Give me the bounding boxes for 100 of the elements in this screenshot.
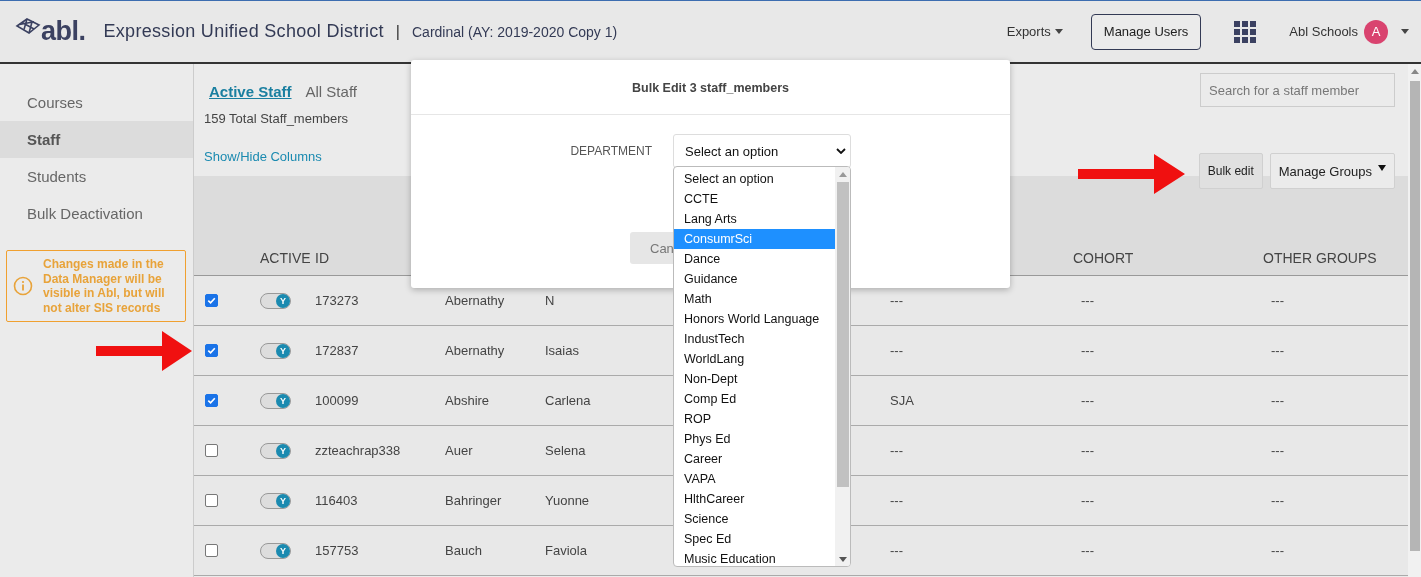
column-header: ACTIVE (260, 250, 312, 268)
table-cell: 173273 (315, 293, 359, 308)
active-toggle[interactable]: Y (260, 492, 291, 509)
dropdown-option[interactable]: Guidance (674, 269, 835, 289)
table-cell: --- (890, 543, 903, 558)
column-header: OTHER GROUPS (1263, 250, 1378, 268)
table-cell: N (545, 293, 555, 308)
dropdown-option[interactable]: Music Education (674, 549, 835, 566)
dropdown-scrollbar[interactable] (835, 167, 850, 566)
field-label: DEPARTMENT (569, 144, 652, 158)
staff-tab[interactable]: Active Staff (209, 83, 292, 100)
table-cell: Yuonne (545, 493, 590, 508)
dropdown-option[interactable]: Non-Dept (674, 369, 835, 389)
chevron-down-icon[interactable] (836, 148, 846, 154)
dropdown-option[interactable]: VAPA (674, 469, 835, 489)
active-toggle[interactable]: Y (260, 542, 291, 559)
district-name: Expression Unified School District (103, 21, 384, 42)
table-cell: Abernathy (445, 343, 505, 358)
account-name[interactable]: Abl Schools (1289, 24, 1358, 39)
column-header: ID (315, 250, 330, 268)
table-cell: Bauch (445, 543, 482, 558)
sidebar-item[interactable]: Staff (0, 121, 193, 158)
checkbox[interactable] (205, 544, 218, 557)
table-cell: --- (1081, 393, 1094, 408)
dropdown-option[interactable]: Phys Ed (674, 429, 835, 449)
table-cell: zzteachrap338 (315, 443, 401, 458)
table-cell: --- (890, 443, 903, 458)
active-toggle[interactable]: Y (260, 342, 291, 359)
manage-users-button[interactable]: Manage Users (1090, 13, 1202, 50)
dropdown-option[interactable]: Comp Ed (674, 389, 835, 409)
table-cell: Selena (545, 443, 586, 458)
table-cell: 116403 (315, 493, 358, 508)
dropdown-option[interactable]: WorldLang (674, 349, 835, 369)
avatar[interactable]: A (1364, 19, 1388, 44)
checkbox[interactable] (205, 294, 218, 307)
arrow-icon (1078, 154, 1185, 194)
notice-text: Changes made in the Data Manager will be visible in Abl, but will not alter SIS records (43, 257, 166, 315)
table-cell: Abernathy (445, 293, 505, 308)
sidebar-item[interactable]: Students (0, 158, 193, 195)
table-cell: Abshire (445, 393, 490, 408)
table-cell: --- (1081, 443, 1094, 458)
term-name: Cardinal (AY: 2019-2020 Copy 1) (412, 23, 618, 40)
staff-tab[interactable]: All Staff (305, 83, 357, 100)
dropdown-option[interactable]: ROP (674, 409, 835, 429)
active-toggle[interactable]: Y (260, 292, 291, 309)
column-header: COHORT (1073, 250, 1135, 268)
logo[interactable]: abl. (41, 16, 86, 47)
arrow-icon (96, 331, 192, 371)
table-cell: SJA (890, 393, 914, 408)
dropdown-option[interactable]: Career (674, 449, 835, 469)
caret-icon[interactable] (1401, 29, 1409, 34)
active-toggle[interactable]: Y (260, 392, 291, 409)
checkbox[interactable] (205, 344, 218, 357)
dropdown-option[interactable]: Math (674, 289, 835, 309)
table-cell: --- (1081, 493, 1094, 508)
table-cell: --- (890, 343, 903, 358)
sidebar-item[interactable]: Bulk Deactivation (0, 195, 193, 232)
info-icon (13, 276, 33, 296)
search-field[interactable]: Search for a staff member (1200, 73, 1395, 107)
dropdown-option[interactable]: Honors World Language (674, 309, 835, 329)
dropdown-option[interactable]: HlthCareer (674, 489, 835, 509)
table-cell: Isaias (545, 343, 579, 358)
total-count: 159 Total Staff_members (204, 111, 350, 126)
apps-grid-icon[interactable] (1234, 20, 1257, 43)
table-cell: Carlena (545, 393, 591, 408)
dropdown-option[interactable]: Select an option (674, 169, 835, 189)
caret-icon[interactable] (1378, 165, 1386, 171)
scroll-up-icon[interactable] (1410, 69, 1419, 74)
table-cell: 100099 (315, 393, 359, 408)
table-cell: --- (890, 493, 903, 508)
table-cell: --- (1271, 293, 1284, 308)
table-cell: --- (1271, 343, 1284, 358)
table-cell: 157753 (315, 543, 359, 558)
table-cell: --- (1081, 343, 1094, 358)
separator: | (395, 22, 400, 41)
checkbox[interactable] (205, 394, 218, 407)
manage-groups-button[interactable]: Manage Groups (1269, 153, 1395, 189)
table-cell: --- (1081, 543, 1094, 558)
sidebar-item[interactable]: Courses (0, 84, 193, 121)
dropdown-option[interactable]: CCTE (674, 189, 835, 209)
table-cell: Bahringer (445, 493, 502, 508)
checkbox[interactable] (205, 494, 218, 507)
dropdown-option[interactable]: Science (674, 509, 835, 529)
table-cell: --- (1271, 393, 1284, 408)
exports-menu[interactable]: Exports (1006, 24, 1063, 39)
bulk-edit-button[interactable]: Bulk edit (1198, 153, 1263, 189)
table-cell: --- (1081, 293, 1094, 308)
table-cell: --- (1271, 493, 1284, 508)
table-cell: --- (1271, 443, 1284, 458)
table-cell: 172837 (315, 343, 359, 358)
table-cell: Faviola (545, 543, 587, 558)
dropdown-option[interactable]: IndustTech (674, 329, 835, 349)
table-cell: Auer (445, 443, 473, 458)
checkbox[interactable] (205, 444, 218, 457)
active-toggle[interactable]: Y (260, 442, 291, 459)
caret-icon[interactable] (1054, 29, 1063, 34)
scroll-down-icon[interactable] (838, 557, 847, 562)
scrollbar[interactable] (1408, 64, 1421, 577)
dropdown-option[interactable]: Spec Ed (674, 529, 835, 549)
dropdown-option[interactable]: Lang Arts (674, 209, 835, 229)
